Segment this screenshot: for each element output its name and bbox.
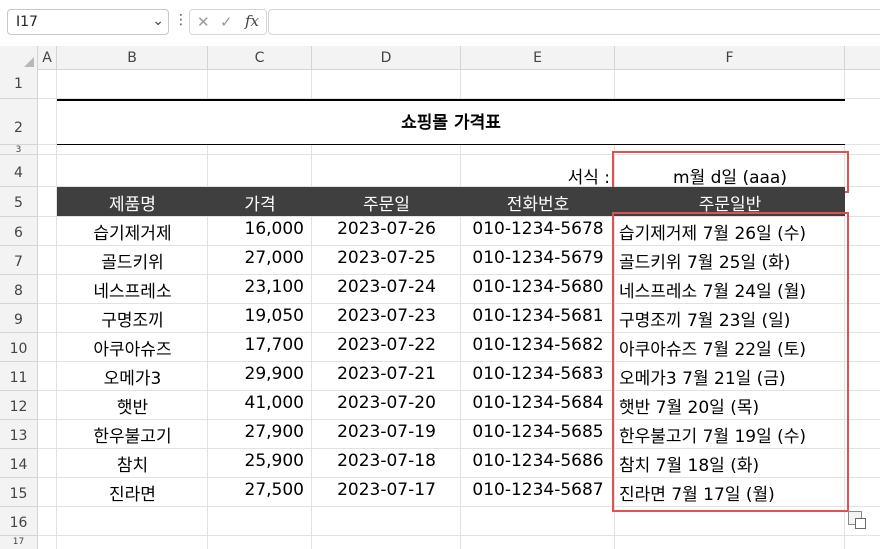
row-header-4[interactable]: 4 [0, 155, 38, 187]
cell-phone[interactable]: 010-1234-5687 [461, 480, 615, 500]
cell-order-date[interactable]: 2023-07-23 [312, 306, 461, 326]
more-options-icon[interactable]: ⋮ [174, 12, 188, 28]
cell-phone[interactable]: 010-1234-5684 [461, 393, 615, 413]
chevron-down-icon[interactable]: ⌄ [152, 13, 164, 29]
cell-phone[interactable]: 010-1234-5680 [461, 277, 615, 297]
cell-product-name[interactable]: 습기제거제 [57, 219, 208, 244]
cell-order-date[interactable]: 2023-07-20 [312, 393, 461, 413]
cell-phone[interactable]: 010-1234-5682 [461, 335, 615, 355]
cell-phone[interactable]: 010-1234-5679 [461, 248, 615, 268]
row-header-5[interactable]: 5 [0, 187, 38, 217]
row-header-16[interactable]: 16 [0, 507, 38, 536]
cell-product-name[interactable]: 오메가3 [57, 364, 208, 389]
column-header-b[interactable]: B [57, 46, 208, 70]
name-box-value: I17 [16, 14, 38, 30]
cell-price[interactable]: 29,900 [208, 364, 304, 384]
cell-order-date[interactable]: 2023-07-17 [312, 480, 461, 500]
format-label: 서식 : [567, 168, 610, 188]
cell-order-date[interactable]: 2023-07-19 [312, 422, 461, 442]
cell-product-name[interactable]: 골드키위 [57, 248, 208, 273]
header-product-name: 제품명 [109, 195, 156, 215]
cell-product-name[interactable]: 햇반 [57, 393, 208, 418]
cell-product-name[interactable]: 아쿠아슈즈 [57, 335, 208, 360]
header-price: 가격 [244, 195, 276, 215]
header-order-date: 주문일 [363, 195, 410, 215]
row-header-15[interactable]: 15 [0, 478, 38, 507]
cell-price[interactable]: 23,100 [208, 277, 304, 297]
select-all-button[interactable] [0, 46, 38, 70]
gridline [38, 535, 880, 536]
row-header-7[interactable]: 7 [0, 246, 38, 275]
row-header-11[interactable]: 11 [0, 362, 38, 391]
cell-phone[interactable]: 010-1234-5683 [461, 364, 615, 384]
cell-price[interactable]: 41,000 [208, 393, 304, 413]
cell-product-name[interactable]: 진라면 [57, 480, 208, 505]
row-header-8[interactable]: 8 [0, 275, 38, 304]
column-header-e[interactable]: E [461, 46, 615, 70]
cancel-icon[interactable]: ✕ [197, 13, 210, 31]
row-header-1[interactable]: 1 [0, 70, 38, 99]
cell-order-date[interactable]: 2023-07-24 [312, 277, 461, 297]
cell-price[interactable]: 19,050 [208, 306, 304, 326]
sheet-title: 쇼핑몰 가격표 [401, 113, 501, 133]
column-header-c[interactable]: C [208, 46, 312, 70]
column-header-d[interactable]: D [312, 46, 461, 70]
cell-price[interactable]: 27,900 [208, 422, 304, 442]
formula-actions: ✕ ✓ fx [189, 9, 267, 35]
paste-options-icon[interactable] [848, 511, 866, 529]
cell-order-date[interactable]: 2023-07-21 [312, 364, 461, 384]
insert-function-icon[interactable]: fx [245, 12, 259, 30]
formula-bar-area: I17 ⌄ ⋮ ✕ ✓ fx [0, 0, 880, 46]
row-header-10[interactable]: 10 [0, 333, 38, 362]
header-phone: 전화번호 [506, 195, 570, 215]
cell-price[interactable]: 25,900 [208, 451, 304, 471]
cell-price[interactable]: 27,000 [208, 248, 304, 268]
row-header-3[interactable]: 3 [0, 145, 38, 155]
select-all-triangle-icon [24, 57, 34, 67]
cell-order-date[interactable]: 2023-07-26 [312, 219, 461, 239]
cell-price[interactable]: 16,000 [208, 219, 304, 239]
column-header-f[interactable]: F [615, 46, 845, 70]
row-header-9[interactable]: 9 [0, 304, 38, 333]
cell-phone[interactable]: 010-1234-5685 [461, 422, 615, 442]
cell-price[interactable]: 17,700 [208, 335, 304, 355]
column-header-a[interactable]: A [38, 46, 57, 70]
row-header-14[interactable]: 14 [0, 449, 38, 478]
cell-order-date[interactable]: 2023-07-22 [312, 335, 461, 355]
cell-phone[interactable]: 010-1234-5686 [461, 451, 615, 471]
row-header-17[interactable]: 17 [0, 536, 38, 549]
row-header-12[interactable]: 12 [0, 391, 38, 420]
cell-phone[interactable]: 010-1234-5681 [461, 306, 615, 326]
title-border-top [57, 99, 845, 101]
result-highlight-box [612, 212, 849, 512]
formula-input[interactable] [268, 9, 880, 35]
row-header-13[interactable]: 13 [0, 420, 38, 449]
confirm-icon[interactable]: ✓ [220, 13, 233, 31]
cell-product-name[interactable]: 한우불고기 [57, 422, 208, 447]
column-header-g[interactable] [845, 46, 880, 70]
cell-product-name[interactable]: 구명조끼 [57, 306, 208, 331]
cell-order-date[interactable]: 2023-07-25 [312, 248, 461, 268]
row-header-2[interactable]: 2 [0, 99, 38, 145]
row-header-6[interactable]: 6 [0, 217, 38, 246]
title-border-bottom [57, 144, 845, 145]
cell-phone[interactable]: 010-1234-5678 [461, 219, 615, 239]
cell-product-name[interactable]: 네스프레소 [57, 277, 208, 302]
name-box[interactable]: I17 ⌄ [7, 9, 169, 35]
cell-product-name[interactable]: 참치 [57, 451, 208, 476]
cell-price[interactable]: 27,500 [208, 480, 304, 500]
cell-order-date[interactable]: 2023-07-18 [312, 451, 461, 471]
